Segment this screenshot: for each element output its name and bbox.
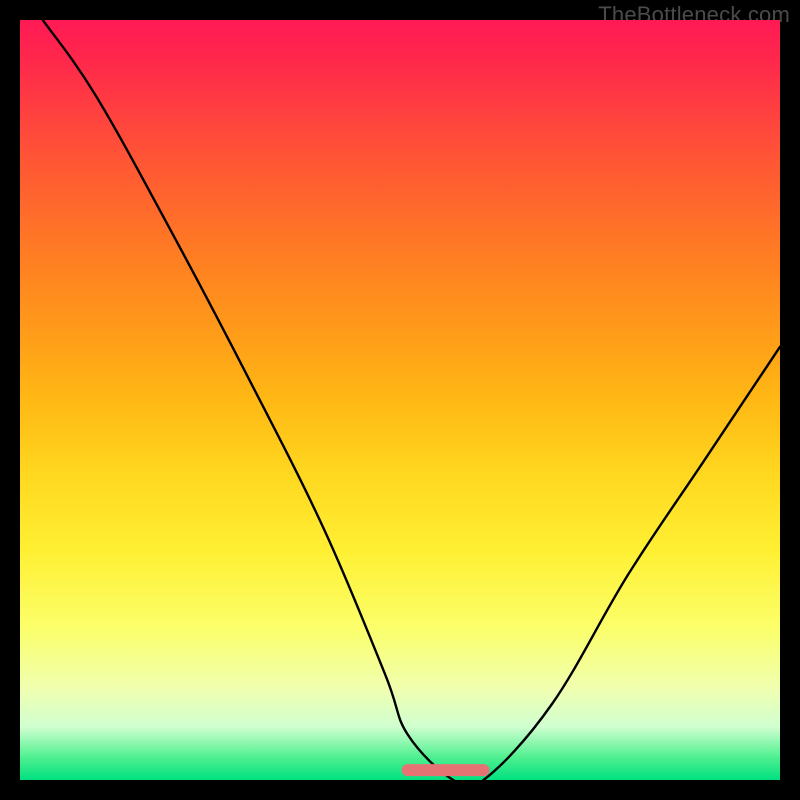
plot-area bbox=[20, 20, 780, 780]
chart-overlay bbox=[20, 20, 780, 780]
chart-frame: TheBottleneck.com bbox=[0, 0, 800, 800]
black-curve-path bbox=[43, 20, 780, 780]
